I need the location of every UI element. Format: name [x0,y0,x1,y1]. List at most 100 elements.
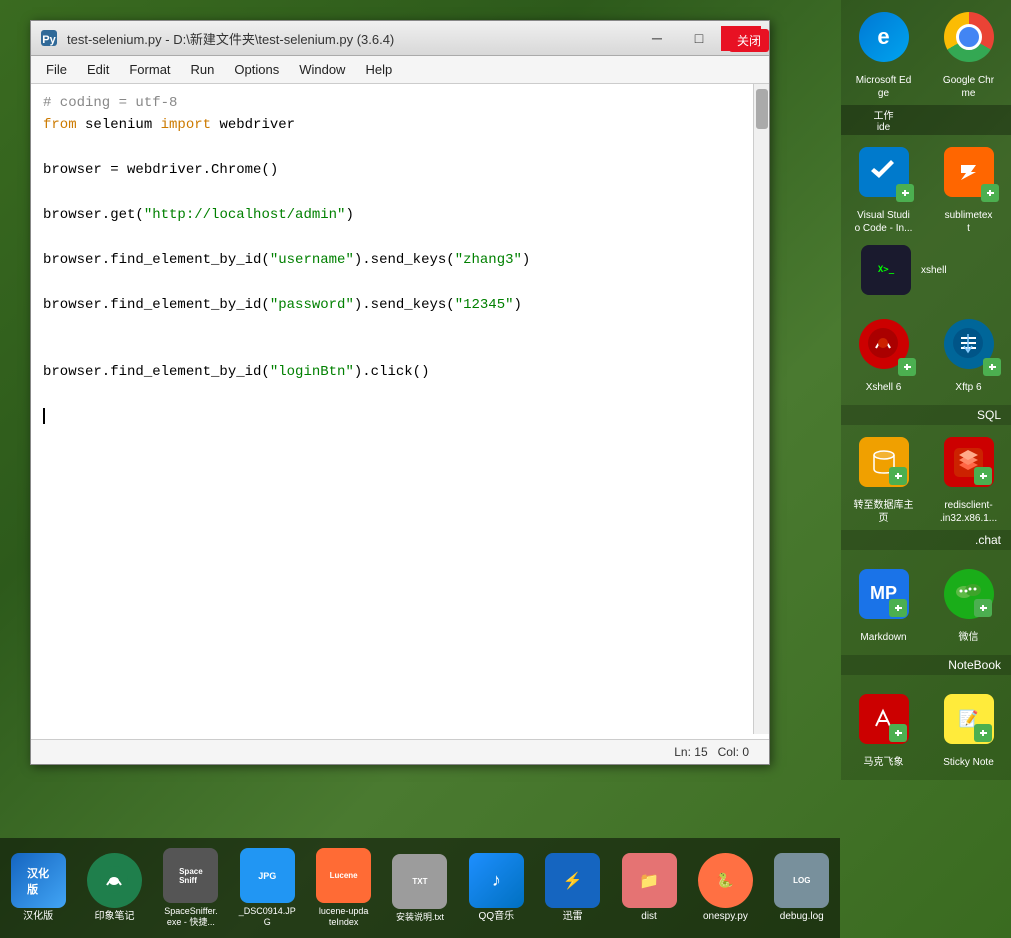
install-icon: TXT [392,854,447,909]
code-editor[interactable]: # coding = utf-8 from selenium import we… [31,84,769,739]
sidebar-row-xshell-xftp: Xshell 6 Xftp 6 [841,300,1011,405]
sidebar-item-xshell6[interactable]: Xshell 6 [841,300,926,405]
redis-icon-box [936,430,1001,494]
qqmusic-icon: ♪ [469,853,524,908]
menu-bar: File Edit Format Run Options Window Help [31,56,769,84]
lucene-label: lucene-updateIndex [319,906,369,928]
sublime-icon-box [936,140,1001,204]
markdown-label: Markdown [860,631,906,644]
sidebar-item-msedge[interactable]: e Microsoft Edge [841,0,926,105]
spacesniffer-label: SpaceSniffer.exe - 快捷... [164,906,217,928]
onespy-label: onespy.py [703,911,748,923]
code-line-1: # coding = utf-8 [43,92,757,114]
taskbar-bottom: 汉化版 汉化版 印象笔记 SpaceSniff SpaceSniffer.exe… [0,838,840,938]
menu-edit[interactable]: Edit [77,59,119,80]
thunder-label: 迅雷 [563,911,583,923]
sidebar-item-xshell-single[interactable]: X>_ xshell [841,240,1011,300]
wechat-icon-box [936,561,1001,626]
hanzify-label: 汉化版 [23,911,53,923]
sidebar-item-vscode[interactable]: Visual Studio Code - In... [841,135,926,240]
vscode-icon-box [851,140,916,204]
sidebar-item-sublime[interactable]: sublimetext [926,135,1011,240]
code-line-15 [43,405,757,427]
yinxiang-label: 印象笔记 [95,911,135,923]
msedge-icon: e [859,12,909,62]
menu-window[interactable]: Window [289,59,355,80]
xshell6-icon-box [851,311,916,376]
taskbar-dsc[interactable]: JPG _DSC0914.JPG [234,848,300,928]
sidebar-row-editors: Visual Studio Code - In... sublimetext [841,135,1011,240]
xftp6-icon [944,319,994,369]
sublime-badge [981,184,999,202]
sidebar-item-wechat[interactable]: 微信 [926,550,1011,655]
menu-format[interactable]: Format [119,59,180,80]
sidebar-item-chrome[interactable]: Google Chrme [926,0,1011,105]
xshell-single-label: xshell [921,264,947,277]
markdown-icon-box: MP [851,561,916,626]
notebook-section-label: NoteBook [841,655,1011,675]
markdown-icon: MP [859,569,909,619]
menu-options[interactable]: Options [224,59,289,80]
scrollbar-thumb[interactable] [756,89,768,129]
chrome-icon [944,12,994,62]
maximize-button[interactable]: □ [679,26,719,51]
sublime-label: sublimetext [945,209,993,235]
taskbar-yinxiang[interactable]: 印象笔记 [81,853,147,923]
sidebar-item-sticky[interactable]: 📝 Sticky Note [926,675,1011,780]
menu-file[interactable]: File [36,59,77,80]
code-line-9 [43,271,757,293]
xshell-icon: X>_ [861,245,911,295]
xftp6-label: Xftp 6 [955,381,981,394]
sidebar-item-markdown[interactable]: MP Markdown [841,550,926,655]
taskbar-onespy[interactable]: 🐍 onespy.py [692,853,758,923]
sidebar-right: e Microsoft Edge Google Chrme 工作ide [841,0,1011,938]
sidebar-item-sqldatabase[interactable]: 转至数据库主页 [841,425,926,530]
code-line-11 [43,316,757,338]
taskbar-install[interactable]: TXT 安装说明.txt [387,854,453,923]
onespy-icon: 🐍 [698,853,753,908]
chrome-icon-box [936,5,1001,69]
sidebar-row-md-wechat: MP Markdown [841,550,1011,655]
xshell6-label: Xshell 6 [866,381,902,394]
code-line-4: browser = webdriver.Chrome() [43,159,757,181]
dist-label: dist [641,911,657,923]
markdown-badge [889,599,907,617]
msedge-icon-box: e [851,5,916,69]
editor-window: Py test-selenium.py - D:\新建文件夹\test-sele… [30,20,770,765]
taskbar-qqmusic[interactable]: ♪ QQ音乐 [463,853,529,923]
sidebar-item-xftp6[interactable]: Xftp 6 [926,300,1011,405]
taskbar-debuglog[interactable]: LOG debug.log [769,853,835,923]
python-idle-icon: Py [39,28,59,48]
taskbar-spacesniffer[interactable]: SpaceSniff SpaceSniffer.exe - 快捷... [158,848,224,928]
edge-sublabel: 工作ide [841,105,926,135]
code-line-10: browser.find_element_by_id("password").s… [43,294,757,316]
sidebar-item-makefei[interactable]: 马克飞象 [841,675,926,780]
redis-icon [944,437,994,487]
hanzify-icon: 汉化版 [11,853,66,908]
sqldatabase-icon [859,437,909,487]
makefei-badge [889,724,907,742]
title-bar: Py test-selenium.py - D:\新建文件夹\test-sele… [31,21,769,56]
sticky-badge [974,724,992,742]
dist-icon: 📁 [622,853,677,908]
sidebar-item-redis[interactable]: redisclient-.in32.x86.1... [926,425,1011,530]
close-chinese-label: 关闭 [729,29,769,52]
yinxiang-icon [87,853,142,908]
code-line-8: browser.find_element_by_id("username").s… [43,249,757,271]
qqmusic-label: QQ音乐 [479,911,515,923]
code-line-5 [43,182,757,204]
taskbar-thunder[interactable]: ⚡ 迅雷 [540,853,606,923]
vertical-scrollbar[interactable] [753,84,769,734]
minimize-button[interactable]: ─ [637,26,677,51]
menu-run[interactable]: Run [181,59,225,80]
makefei-icon [859,694,909,744]
msedge-label: Microsoft Edge [856,74,912,100]
taskbar-lucene[interactable]: Lucene lucene-updateIndex [310,848,376,928]
redis-badge [974,467,992,485]
wechat-badge [974,599,992,617]
menu-help[interactable]: Help [355,59,402,80]
taskbar-hanzify[interactable]: 汉化版 汉化版 [5,853,71,923]
taskbar-dist[interactable]: 📁 dist [616,853,682,923]
debuglog-icon: LOG [774,853,829,908]
xftp6-badge [983,358,1001,376]
